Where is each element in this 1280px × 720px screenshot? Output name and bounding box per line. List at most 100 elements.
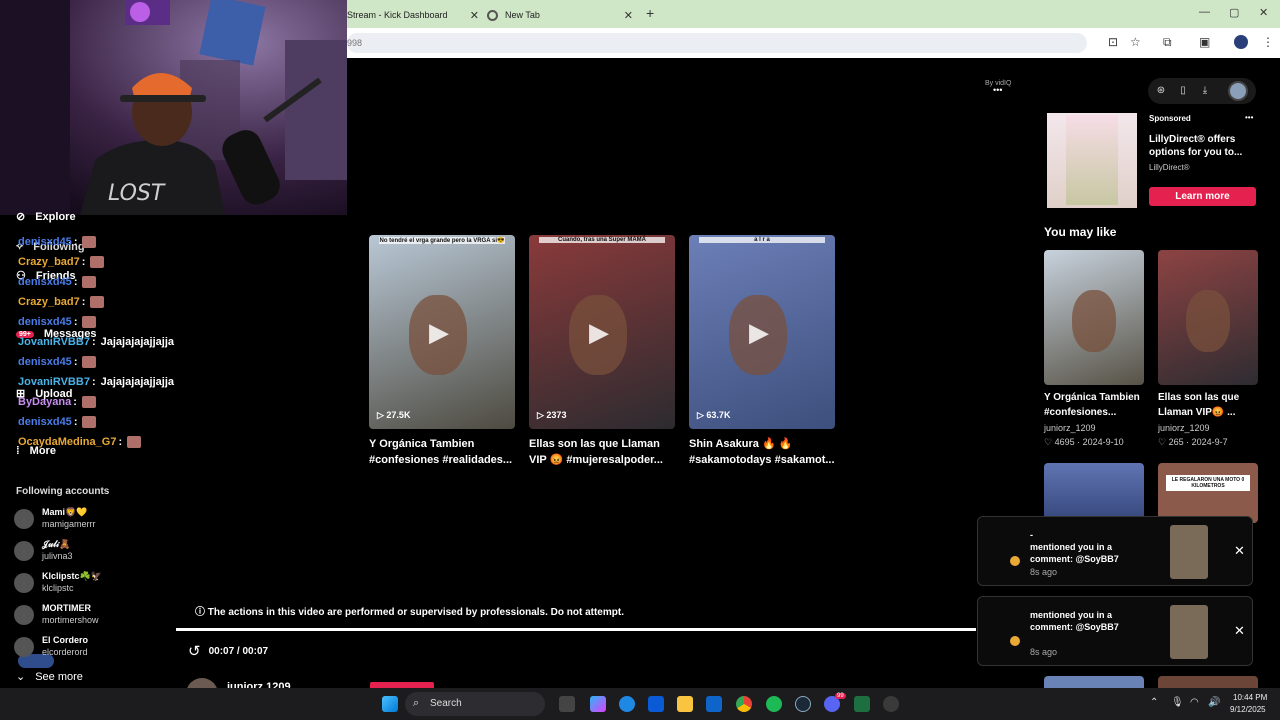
suggested-title[interactable]: Y Orgánica Tambien #confesiones... <box>1044 390 1154 420</box>
outlook-icon[interactable] <box>706 696 722 712</box>
video-progress-bar[interactable] <box>176 628 976 631</box>
suggested-author[interactable]: juniorz_1209 <box>1158 423 1210 433</box>
suggested-video[interactable] <box>1158 250 1258 385</box>
avatar <box>14 509 34 529</box>
clock-date[interactable]: 9/12/2025 <box>1230 705 1266 714</box>
nav-explore[interactable]: ⊘ Explore <box>16 210 76 224</box>
video-card[interactable]: a l r a ▶ ▷ 63.7K <box>689 235 835 429</box>
close-icon[interactable]: ✕ <box>1234 543 1245 559</box>
chat-username[interactable]: denisxd45 <box>18 416 72 428</box>
account-text: Klclipstc☘️🦅 klclipstc <box>42 570 102 594</box>
volume-icon[interactable]: 🔊 <box>1208 697 1220 708</box>
install-app-icon[interactable]: ⊡ <box>1108 35 1118 49</box>
excel-icon[interactable] <box>854 696 870 712</box>
wifi-icon[interactable]: ◠ <box>1190 697 1199 708</box>
following-account[interactable]: El Cordero elcorderord <box>14 634 88 658</box>
video-card[interactable]: Cuando, tras una Super MAMÁ ▶ ▷ 2373 <box>529 235 675 429</box>
tray-chevron-icon[interactable]: ⌃ <box>1150 697 1158 708</box>
browser-menu-icon[interactable]: ⋮ <box>1262 35 1274 49</box>
chat-username[interactable]: ByDayana <box>18 396 71 408</box>
chat-username[interactable]: Crazy_bad7 <box>18 296 80 308</box>
suggested-video[interactable] <box>1044 250 1144 385</box>
windows-start-icon[interactable] <box>382 696 398 712</box>
account-name: Klclipstc☘️🦅 <box>42 571 102 581</box>
chat-username[interactable]: Crazy_bad7 <box>18 256 80 268</box>
edge-icon[interactable] <box>619 696 635 712</box>
learn-more-button[interactable]: Learn more <box>1149 187 1256 206</box>
close-icon[interactable]: ✕ <box>1234 623 1245 639</box>
file-explorer-icon[interactable] <box>677 696 693 712</box>
store-icon[interactable] <box>648 696 664 712</box>
play-icon[interactable]: ▶ <box>429 317 449 348</box>
bookmark-star-icon[interactable]: ☆ <box>1130 35 1141 49</box>
video-title[interactable]: Ellas son las que Llaman VIP 😡 #mujeresa… <box>529 436 679 468</box>
suggested-video-thumb[interactable]: LE REGALARON UNA MOTO 0 KILOMETROS <box>1158 463 1258 523</box>
user-avatar[interactable] <box>1228 81 1248 101</box>
chat-message: ByDayana : <box>18 396 96 408</box>
suggested-video-thumb[interactable] <box>1158 676 1258 688</box>
suggested-video-thumb[interactable] <box>1044 676 1144 688</box>
ad-more-icon[interactable]: ••• <box>1245 113 1253 122</box>
following-account[interactable]: Klclipstc☘️🦅 klclipstc <box>14 570 102 594</box>
view-count: ▷ 27.5K <box>377 410 410 421</box>
extensions-icon[interactable]: ⧉ <box>1163 35 1172 50</box>
mobile-icon[interactable]: ▯ <box>1174 82 1192 100</box>
following-account[interactable]: MORTIMER mortimershow <box>14 602 99 626</box>
chat-username[interactable]: JovaniRVBB7 <box>18 376 90 388</box>
suggested-video-thumb[interactable] <box>1044 463 1144 523</box>
mention-notification[interactable]: - mentioned you in a comment: @SoyBB7 8s a… <box>977 516 1253 586</box>
notification-time: 8s ago <box>1030 647 1058 657</box>
chat-username[interactable]: denisxd45 <box>18 236 72 248</box>
chat-username[interactable]: JovaniRVBB7 <box>18 336 90 348</box>
ad-title[interactable]: LillyDirect® offers options for you to..… <box>1149 133 1249 159</box>
suggested-author[interactable]: juniorz_1209 <box>1044 423 1096 433</box>
tab-new-tab[interactable]: New Tab ✕ <box>487 4 633 26</box>
steam-icon[interactable] <box>795 696 811 712</box>
video-title[interactable]: Y Orgánica Tambien #confesiones #realida… <box>369 436 519 468</box>
chat-colon: : <box>73 396 77 408</box>
microphone-icon[interactable]: 🎙 <box>1171 697 1184 708</box>
chat-colon: : <box>81 296 86 308</box>
close-window-button[interactable]: ✕ <box>1259 6 1268 19</box>
mention-notification[interactable]: mentioned you in a comment: @SoyBB7 8s ag… <box>977 596 1253 666</box>
following-account[interactable]: Mami🦁💛 mamigamerrr <box>14 506 96 530</box>
close-tab-icon[interactable]: ✕ <box>624 9 633 22</box>
notification-thumbnail[interactable] <box>1170 605 1208 659</box>
download-icon[interactable]: ⤓ <box>1196 82 1214 100</box>
address-bar[interactable]: 998 <box>347 33 1087 53</box>
video-card[interactable]: No tendré el vrga grande pero la VRGA si… <box>369 235 515 429</box>
account-name: MORTIMER <box>42 603 91 613</box>
chat-username[interactable]: denisxd45 <box>18 356 72 368</box>
app-icon[interactable] <box>883 696 899 712</box>
copilot-icon[interactable] <box>590 696 606 712</box>
maximize-button[interactable]: ▢ <box>1229 6 1239 19</box>
windows-taskbar <box>0 688 1280 720</box>
suggested-title[interactable]: Ellas son las que Llaman VIP😡 ... <box>1158 390 1268 420</box>
profile-avatar[interactable] <box>1234 35 1248 49</box>
clock-time[interactable]: 10:44 PM <box>1233 693 1267 702</box>
play-small-icon: ▷ <box>537 410 547 420</box>
close-tab-icon[interactable]: ✕ <box>470 9 479 22</box>
minimize-button[interactable]: — <box>1199 6 1210 18</box>
chat-username[interactable]: OcaydaMedina_G7 <box>18 436 116 448</box>
chat-username[interactable]: denisxd45 <box>18 276 72 288</box>
coin-icon[interactable]: ⊛ <box>1152 82 1170 100</box>
chat-colon: : <box>91 336 96 348</box>
tab-kick-dashboard[interactable]: Stream - Kick Dashboard ✕ <box>347 4 479 26</box>
play-icon[interactable]: ▶ <box>589 317 609 348</box>
notification-thumbnail[interactable] <box>1170 525 1208 579</box>
task-view-icon[interactable] <box>559 696 575 712</box>
following-account[interactable]: 𝒥𝓊𝓁𝒾🧸 julivna3 <box>14 538 73 562</box>
account-text: Mami🦁💛 mamigamerrr <box>42 506 96 530</box>
vidiq-menu-icon[interactable]: ••• <box>993 86 1011 95</box>
replay-icon[interactable]: ↺ <box>188 642 201 660</box>
see-more-button[interactable]: ⌄ See more <box>16 670 83 684</box>
chrome-taskbar-icon[interactable] <box>736 696 752 712</box>
chat-username[interactable]: denisxd45 <box>18 316 72 328</box>
play-icon[interactable]: ▶ <box>749 317 769 348</box>
new-tab-button[interactable]: + <box>646 5 654 21</box>
side-panel-icon[interactable]: ▣ <box>1199 35 1210 49</box>
taskbar-search[interactable]: Search <box>405 692 545 716</box>
spotify-icon[interactable] <box>766 696 782 712</box>
video-title[interactable]: Shin Asakura 🔥 🔥 #sakamotodays #sakamot.… <box>689 436 839 468</box>
